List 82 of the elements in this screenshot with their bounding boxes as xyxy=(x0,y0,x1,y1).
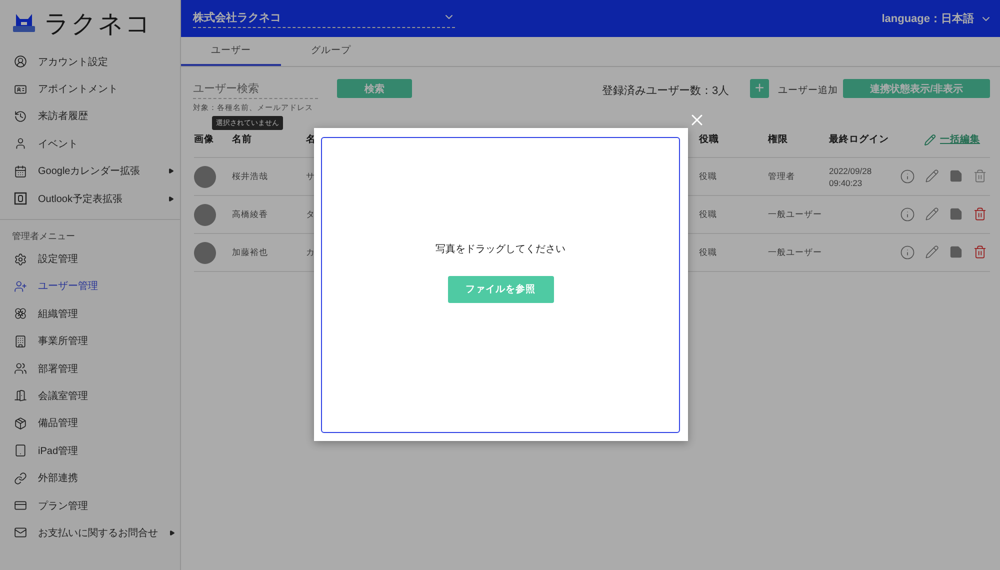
sidebar-item[interactable]: お支払いに関するお問合せ xyxy=(0,519,180,547)
column-header: 名前 xyxy=(232,133,253,146)
add-user-label: ユーザー追加 xyxy=(778,84,839,97)
bulk-edit-label: 一括編集 xyxy=(940,133,980,146)
table-cell: 一般ユーザー xyxy=(768,246,822,258)
trash-icon[interactable] xyxy=(973,169,987,184)
box-icon xyxy=(14,416,27,430)
link-icon xyxy=(14,472,27,485)
sidebar-item[interactable]: iPad管理 xyxy=(0,437,180,464)
column-header: 役職 xyxy=(699,133,720,146)
table-cell: 役職 xyxy=(699,246,717,258)
info-icon[interactable] xyxy=(900,207,915,222)
history-icon xyxy=(14,110,27,123)
pencil-icon[interactable] xyxy=(925,207,939,222)
avatar xyxy=(194,242,216,264)
sidebar-item[interactable]: 備品管理 xyxy=(0,410,180,438)
table-cell: 高橋綾香 xyxy=(232,208,268,220)
table-cell: 役職 xyxy=(699,170,717,182)
column-header: 画像 xyxy=(194,133,215,146)
mail-icon xyxy=(14,526,27,540)
id-card-icon xyxy=(14,82,27,96)
person-icon xyxy=(14,137,27,150)
building-icon xyxy=(14,334,27,348)
tablet-icon xyxy=(14,444,27,458)
drop-message: 写真をドラッグしてください xyxy=(436,242,566,256)
sidebar-item[interactable]: 設定管理 xyxy=(0,245,180,273)
sidebar-item[interactable]: 部署管理 xyxy=(0,354,180,382)
table-cell: 一般ユーザー xyxy=(768,208,822,220)
door-icon xyxy=(14,389,27,402)
users-icon xyxy=(14,362,27,376)
user-circle-icon xyxy=(14,55,27,68)
save-icon[interactable] xyxy=(949,207,963,222)
flower-icon xyxy=(14,307,27,320)
sidebar-item[interactable]: アカウント設定 xyxy=(0,48,180,76)
section-heading: 管理者メニュー xyxy=(11,230,76,244)
card-icon xyxy=(14,499,27,512)
sidebar-item[interactable]: イベント xyxy=(0,130,180,158)
table-cell: タ xyxy=(306,208,315,220)
info-icon[interactable] xyxy=(900,169,915,184)
avatar xyxy=(194,204,216,226)
tab[interactable]: グループ xyxy=(281,37,381,66)
table-cell: 桜井浩哉 xyxy=(232,170,268,182)
sidebar-item[interactable]: アポイントメント xyxy=(0,75,180,103)
language-dropdown[interactable]: language：日本語 xyxy=(882,11,992,26)
table-cell: サ xyxy=(306,170,315,182)
drop-zone[interactable]: 写真をドラッグしてください ファイルを参照 xyxy=(321,137,680,433)
sidebar-item[interactable]: Outlook予定表拡張 xyxy=(0,184,180,212)
company-dropdown[interactable]: 株式会社ラクネコ xyxy=(193,10,455,28)
column-header: 名 xyxy=(306,133,317,146)
user-count: 登録済みユーザー数：3人 xyxy=(602,84,730,98)
table-cell: 加藤裕也 xyxy=(232,246,268,258)
last-login: 2022/09/28 09:40:23 xyxy=(829,164,873,188)
info-icon[interactable] xyxy=(900,245,915,260)
cat-logo-icon xyxy=(12,12,36,34)
user-plus-icon xyxy=(14,280,27,293)
table-cell: 管理者 xyxy=(768,170,795,182)
sidebar-item[interactable]: 外部連携 xyxy=(0,464,180,492)
calendar-icon xyxy=(14,164,27,178)
sidebar-item[interactable]: 来訪者履歴 xyxy=(0,102,180,130)
trash-icon[interactable] xyxy=(973,207,987,222)
sidebar-item[interactable]: プラン管理 xyxy=(0,492,180,520)
column-header: 権限 xyxy=(768,133,789,146)
pencil-icon[interactable] xyxy=(925,169,939,184)
table-cell: 役職 xyxy=(699,208,717,220)
trash-icon[interactable] xyxy=(973,245,987,260)
sidebar-item[interactable]: 会議室管理 xyxy=(0,382,180,410)
sidebar-item[interactable]: Googleカレンダー拡張 xyxy=(0,158,180,185)
column-header: 最終ログイン xyxy=(829,133,890,146)
tab[interactable]: ユーザー xyxy=(181,37,281,66)
logo-text: ラクネコ xyxy=(44,8,152,40)
square-icon xyxy=(14,192,27,206)
settings-icon xyxy=(14,252,27,266)
save-icon[interactable] xyxy=(949,169,963,184)
avatar xyxy=(194,166,216,188)
pencil-icon xyxy=(924,134,936,146)
pencil-icon[interactable] xyxy=(925,245,939,260)
save-icon[interactable] xyxy=(949,245,963,260)
sidebar-item[interactable]: ユーザー管理 xyxy=(0,272,180,300)
sidebar-item[interactable]: 組織管理 xyxy=(0,300,180,328)
table-cell: カ xyxy=(306,246,315,258)
search-field[interactable]: ユーザー検索 xyxy=(193,79,318,99)
sidebar-item[interactable]: 事業所管理 xyxy=(0,328,180,355)
